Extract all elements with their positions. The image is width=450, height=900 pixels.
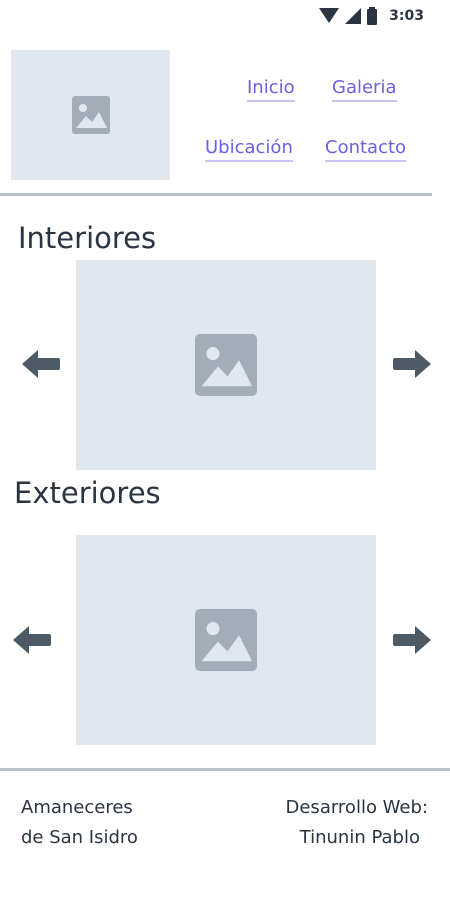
status-icons: 3:03 [319,6,424,26]
section-title-exteriores: Exteriores [14,476,161,510]
status-time: 3:03 [389,8,424,24]
section-title-interiores: Interiores [18,221,157,255]
nav-link-contacto[interactable]: Contacto [325,137,407,162]
header-divider [0,193,432,196]
arrow-left-icon [13,626,51,654]
nav-link-galeria[interactable]: Galeria [332,77,397,102]
interiores-prev-button[interactable] [20,346,60,382]
footer-company-line2: de San Isidro [21,827,138,848]
arrow-right-icon [393,350,431,378]
interiores-next-button[interactable] [393,346,433,382]
image-placeholder-icon [195,609,257,671]
exteriores-prev-button[interactable] [11,622,51,658]
footer-credit-line1: Desarrollo Web: [285,797,429,818]
exteriores-image [76,535,376,745]
signal-icon [345,8,362,24]
footer-credit-line2: Tinunin Pablo [299,827,420,848]
logo-placeholder [11,50,170,180]
exteriores-next-button[interactable] [393,622,433,658]
nav-link-inicio[interactable]: Inicio [247,77,295,102]
interiores-image [76,260,376,470]
image-placeholder-icon [71,96,110,134]
wifi-icon [319,8,340,23]
image-placeholder-icon [195,334,257,396]
arrow-left-icon [22,350,60,378]
status-bar: 3:03 [0,0,450,32]
battery-icon [367,7,378,25]
nav-link-ubicacion[interactable]: Ubicación [205,137,293,162]
footer-divider [0,768,450,771]
arrow-right-icon [393,626,431,654]
footer-company-line1: Amaneceres [21,797,133,818]
